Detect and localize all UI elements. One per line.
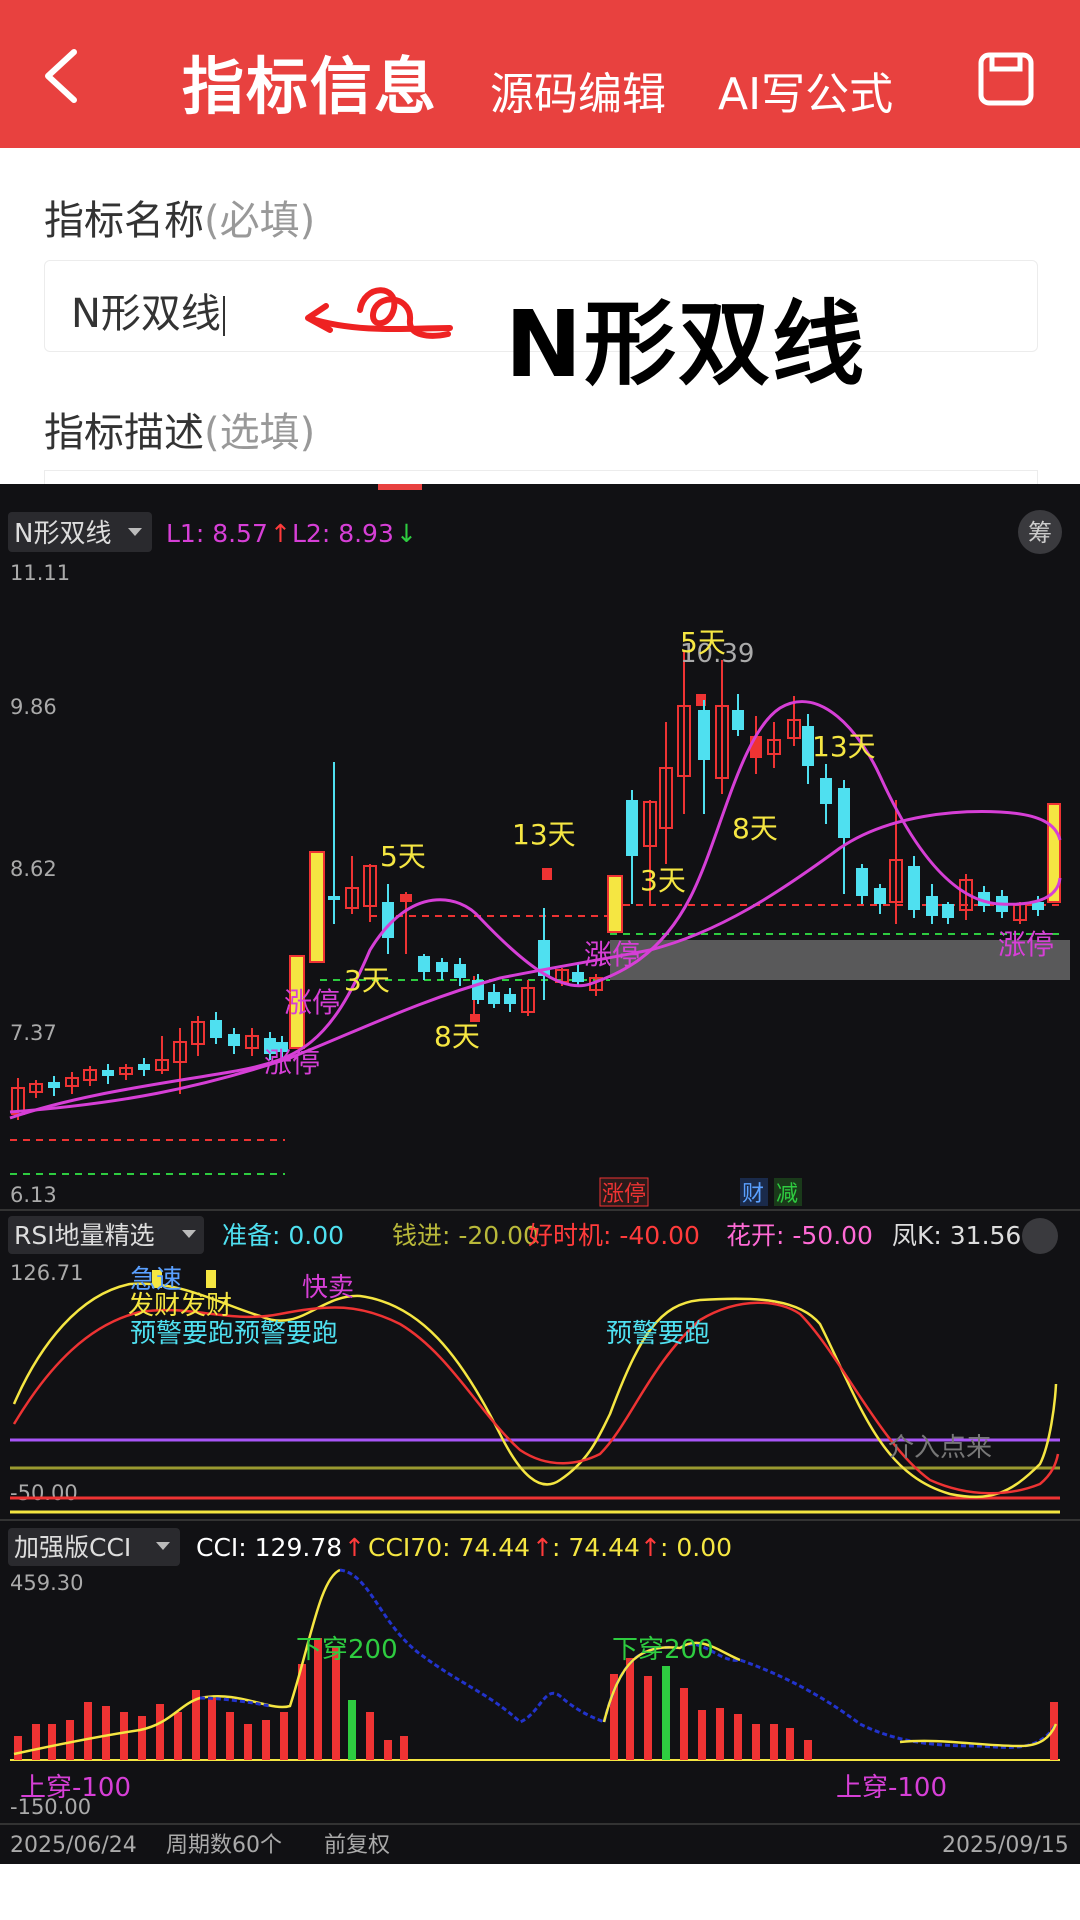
period-count[interactable]: 周期数60个 [166, 1833, 282, 1858]
l1-value: L1: 8.57 [166, 519, 268, 548]
start-date: 2025/06/24 [10, 1833, 137, 1858]
signal-marker [206, 1270, 216, 1288]
rsi-phoenix: 凤K: 31.56 [892, 1221, 1021, 1250]
adjust-mode[interactable]: 前复权 [324, 1833, 390, 1858]
day-tag: 13天 [512, 818, 576, 851]
rsi-selector-label: RSI地量精选 [14, 1221, 155, 1250]
cci-y-top: 459.30 [10, 1571, 83, 1595]
day-tag: 8天 [732, 812, 778, 845]
limit-up-tag: 涨停 [584, 938, 640, 971]
day-tag: 3天 [344, 964, 390, 997]
cci-v3: : 74.44 [552, 1533, 640, 1562]
indicator-name-value: N形双线 [71, 281, 225, 339]
up-arrow-icon: ↑ [270, 519, 291, 548]
day-tag: 5天 [380, 840, 426, 873]
tab-ai-formula[interactable]: AI写公式 [718, 58, 893, 122]
rsi-signal: 快卖 [302, 1273, 354, 1303]
end-date: 2025/09/15 [942, 1833, 1069, 1858]
description-field[interactable] [44, 470, 1038, 485]
day-tag: 8天 [434, 1020, 480, 1053]
rsi-timing: 好时机: -40.00 [528, 1221, 700, 1250]
up-arrow-icon: ↑ [532, 1533, 553, 1562]
rsi-signal: 预警要跑 [606, 1319, 710, 1349]
limit-up-tag: 涨停 [998, 928, 1054, 961]
limit-up-tag: 涨停 [284, 986, 340, 1019]
rsi-ready: 准备: 0.00 [222, 1221, 344, 1250]
cci-selector-label: 加强版CCI [14, 1533, 131, 1562]
event-tag: 减 [776, 1182, 798, 1207]
rsi-money: 钱进: -20.00 [392, 1221, 539, 1250]
cci-tag: 上穿-100 [836, 1773, 947, 1803]
y-label-2: 9.86 [10, 695, 57, 719]
day-tag: 3天 [640, 864, 686, 897]
cci-tag: 上穿-100 [20, 1773, 131, 1803]
day-tag: 13天 [812, 730, 876, 763]
candlesticks [11, 650, 1061, 1120]
up-arrow-icon: ↑ [344, 1533, 365, 1562]
description-label: 指标描述(选填) [44, 410, 316, 456]
save-icon[interactable] [978, 52, 1034, 106]
rsi-signal: 介入点来 [888, 1433, 992, 1463]
handwritten-arrow-icon [305, 287, 453, 339]
cci70-value: CCI70: 74.44 [368, 1533, 530, 1562]
overlay-title: N形双线 [505, 291, 866, 398]
y-label-3: 8.62 [10, 857, 57, 881]
chart-svg: N形双线 L1: 8.57 ↑ L2: 8.93 ↓ 筹 11.11 9.86 … [0, 510, 1080, 1858]
limit-up-tag: 涨停 [264, 1046, 320, 1079]
cci-v4: : 0.00 [660, 1533, 732, 1562]
cci-tag: 下穿200 [612, 1635, 714, 1665]
app-header: 指标信息 源码编辑 AI写公式 [0, 0, 1080, 148]
day-tag: 5天 [680, 626, 726, 659]
ma-short-line [9, 700, 1062, 1120]
rsi-y-bot: -50.00 [10, 1481, 78, 1505]
back-arrow-icon[interactable] [36, 46, 96, 106]
cci-tag: 下穿200 [296, 1635, 398, 1665]
up-arrow-icon: ↑ [640, 1533, 661, 1562]
name-label: 指标名称(必填) [44, 198, 316, 244]
event-tag: 涨停 [602, 1182, 646, 1207]
tab-source-edit[interactable]: 源码编辑 [490, 58, 666, 122]
event-tag: 财 [742, 1182, 764, 1207]
down-arrow-icon: ↓ [396, 519, 417, 548]
y-label-4: 7.37 [10, 1021, 57, 1045]
rsi-y-top: 126.71 [10, 1261, 83, 1285]
rsi-signal: 发财发财 [128, 1291, 232, 1321]
indicator-selector-label: N形双线 [14, 519, 111, 549]
page-title: 指标信息 [182, 50, 439, 123]
chip-badge-label: 筹 [1028, 519, 1052, 547]
rsi-bloom: 花开: -50.00 [726, 1221, 873, 1250]
cci-value: CCI: 129.78 [196, 1533, 342, 1562]
y-label-5: 6.13 [10, 1183, 57, 1207]
l2-value: L2: 8.93 [292, 519, 394, 548]
scroll-indicator [378, 484, 422, 490]
bottom-area [0, 1864, 1080, 1920]
y-label-1: 11.11 [10, 561, 70, 585]
rsi-signal: 预警要跑预警要跑 [130, 1319, 338, 1349]
stock-chart-area[interactable]: N形双线 L1: 8.57 ↑ L2: 8.93 ↓ 筹 11.11 9.86 … [0, 484, 1080, 1864]
rsi-expand-icon[interactable] [1022, 1218, 1058, 1254]
